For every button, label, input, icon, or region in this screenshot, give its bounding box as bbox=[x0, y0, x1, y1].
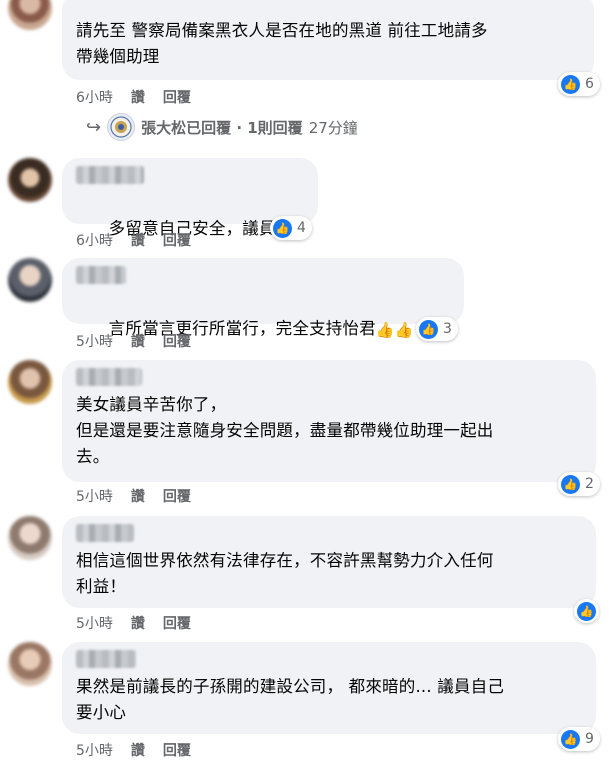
comment-text: 請先至 警察局備案黑衣人是否在地的黑道 前往工地請多 帶幾個助理 bbox=[76, 21, 488, 66]
reaction-count[interactable]: 👍 6 bbox=[558, 72, 600, 96]
blurred-author-name[interactable] bbox=[76, 650, 136, 668]
blurred-author-name[interactable] bbox=[76, 524, 134, 542]
timestamp[interactable]: 5小時 bbox=[76, 486, 113, 506]
avatar[interactable] bbox=[8, 158, 52, 202]
thumbs-up-icon: 👍 bbox=[561, 74, 580, 94]
reaction-count[interactable]: 👍 3 bbox=[416, 317, 458, 341]
thumbs-up-emoji-icon: 👍👍 bbox=[375, 321, 414, 339]
avatar[interactable] bbox=[8, 642, 52, 686]
reply-button[interactable]: 回覆 bbox=[163, 230, 191, 250]
view-replies-link[interactable]: ↪ 張大松已回覆 · 1則回覆 27分鐘 bbox=[86, 113, 358, 141]
reaction-number: 2 bbox=[585, 476, 594, 492]
comment-bubble: 果然是前議長的子孫開的建設公司， 都來暗的... 議員自己 要小心 bbox=[62, 642, 596, 734]
thumbs-up-icon: 👍 bbox=[561, 474, 580, 494]
reply-button[interactable]: 回覆 bbox=[163, 613, 191, 633]
comment-text: 果然是前議長的子孫開的建設公司， 都來暗的... 議員自己 要小心 bbox=[76, 677, 505, 722]
thumbs-up-icon: 👍 bbox=[419, 319, 438, 339]
reaction-count[interactable]: 👍 9 bbox=[558, 727, 600, 751]
comment-text: 相信這個世界依然有法律存在，不容許黑幫勢力介入任何 利益！ bbox=[76, 551, 494, 596]
like-button[interactable]: 讚 bbox=[131, 230, 145, 250]
reaction-count[interactable]: 👍 bbox=[574, 599, 599, 623]
blurred-author-name[interactable] bbox=[76, 266, 126, 284]
thumbs-up-icon: 👍 bbox=[273, 218, 292, 238]
avatar[interactable] bbox=[8, 516, 52, 560]
reaction-number: 3 bbox=[443, 321, 452, 337]
reply-button[interactable]: 回覆 bbox=[163, 486, 191, 506]
reaction-number: 4 bbox=[297, 220, 306, 236]
thumbs-up-icon: 👍 bbox=[577, 601, 596, 621]
comment-bubble: 美女議員辛苦你了， 但是還是要注意隨身安全問題，盡量都帶幾位助理一起出 去。 bbox=[62, 360, 596, 482]
timestamp[interactable]: 5小時 bbox=[76, 331, 113, 351]
reply-button[interactable]: 回覆 bbox=[163, 331, 191, 351]
reaction-number: 9 bbox=[585, 731, 594, 747]
like-button[interactable]: 讚 bbox=[131, 740, 145, 760]
comment-actions: 5小時 讚 回覆 bbox=[76, 331, 191, 351]
comment-bubble: 請先至 警察局備案黑衣人是否在地的黑道 前往工地請多 帶幾個助理 bbox=[62, 0, 594, 80]
avatar[interactable] bbox=[8, 360, 52, 404]
timestamp[interactable]: 6小時 bbox=[76, 87, 113, 107]
comment-actions: 5小時 讚 回覆 bbox=[76, 613, 191, 633]
timestamp[interactable]: 5小時 bbox=[76, 740, 113, 760]
comment-bubble: 多留意自己安全，議員👍 bbox=[62, 158, 318, 239]
comment-bubble: 相信這個世界依然有法律存在，不容許黑幫勢力介入任何 利益！ bbox=[62, 516, 596, 608]
blurred-author-name[interactable] bbox=[76, 166, 144, 184]
avatar[interactable] bbox=[8, 0, 52, 30]
timestamp[interactable]: 5小時 bbox=[76, 613, 113, 633]
comment-text: 美女議員辛苦你了， 但是還是要注意隨身安全問題，盡量都帶幾位助理一起出 去。 bbox=[76, 395, 494, 466]
reaction-count[interactable]: 👍 2 bbox=[558, 472, 600, 496]
thumbs-up-icon: 👍 bbox=[561, 729, 580, 749]
blurred-author-name[interactable] bbox=[76, 368, 142, 386]
reply-time: 27分鐘 bbox=[308, 118, 358, 137]
avatar[interactable] bbox=[8, 258, 52, 302]
reply-button[interactable]: 回覆 bbox=[163, 740, 191, 760]
like-button[interactable]: 讚 bbox=[131, 613, 145, 633]
reaction-number: 6 bbox=[585, 76, 594, 92]
reply-arrow-icon: ↪ bbox=[86, 116, 102, 138]
comment-actions: 5小時 讚 回覆 bbox=[76, 486, 191, 506]
reply-button[interactable]: 回覆 bbox=[163, 87, 191, 107]
like-button[interactable]: 讚 bbox=[131, 486, 145, 506]
timestamp[interactable]: 6小時 bbox=[76, 230, 113, 250]
reply-summary[interactable]: 張大松已回覆 · 1則回覆 bbox=[141, 117, 303, 138]
page-avatar bbox=[107, 113, 136, 141]
like-button[interactable]: 讚 bbox=[131, 87, 145, 107]
reaction-count[interactable]: 👍 4 bbox=[270, 216, 312, 240]
comment-actions: 6小時 讚 回覆 bbox=[76, 87, 191, 107]
comment-bubble: 言所當言更行所當行，完全支持怡君👍👍 bbox=[62, 258, 464, 339]
like-button[interactable]: 讚 bbox=[131, 331, 145, 351]
comment-actions: 6小時 讚 回覆 bbox=[76, 230, 191, 250]
comment-actions: 5小時 讚 回覆 bbox=[76, 740, 191, 760]
